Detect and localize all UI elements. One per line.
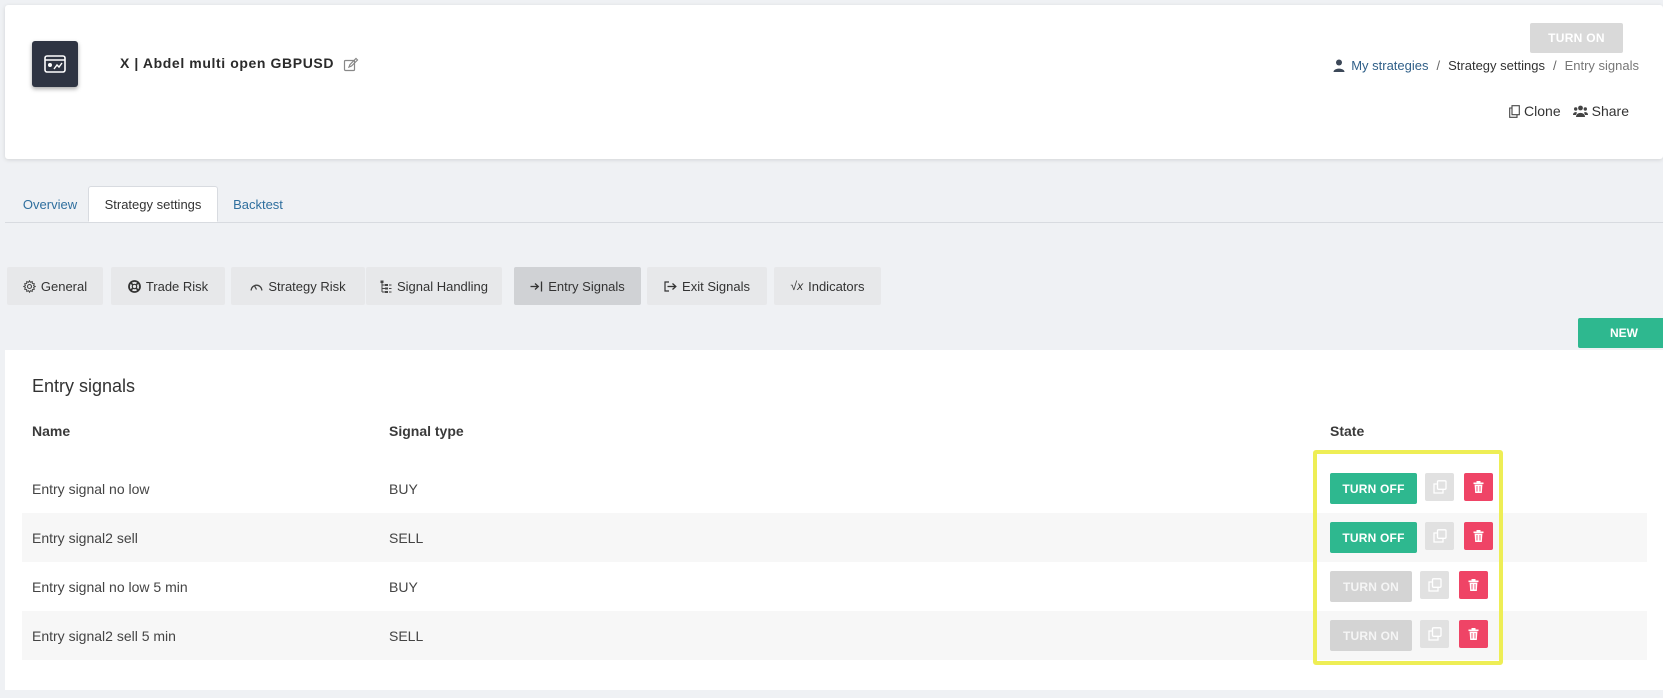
section-label: Trade Risk <box>145 278 209 294</box>
list-tree-icon <box>380 280 392 293</box>
breadcrumb-strategy-settings[interactable]: Strategy settings <box>1448 58 1545 73</box>
column-header-state: State <box>1330 423 1365 439</box>
edit-icon[interactable] <box>343 57 359 73</box>
section-general-button[interactable]: General <box>7 267 103 305</box>
tab-overview[interactable]: Overview <box>15 186 85 222</box>
trash-icon <box>1468 628 1479 640</box>
life-ring-icon <box>127 279 141 293</box>
strategy-title: X | Abdel multi open GBPUSD <box>120 55 335 71</box>
breadcrumb-separator: / <box>1552 58 1557 73</box>
breadcrumb-separator: / <box>1436 58 1441 73</box>
section-label: Entry Signals <box>548 278 625 294</box>
trash-icon <box>1473 530 1484 542</box>
section-label: Signal Handling <box>396 278 489 294</box>
toggle-state-button[interactable]: TURN OFF <box>1330 522 1417 553</box>
row-name: Entry signal no low <box>32 480 150 497</box>
share-button[interactable]: Share <box>1572 103 1629 119</box>
gear-icon <box>22 279 36 293</box>
chart-window-icon <box>44 55 66 73</box>
header-actions: Clone Share <box>1509 103 1629 119</box>
delete-button[interactable] <box>1464 473 1493 501</box>
section-label: General <box>40 278 88 294</box>
section-entry-signals-button[interactable]: Entry Signals <box>514 267 641 305</box>
tab-strategy-settings[interactable]: Strategy settings <box>88 186 218 222</box>
sign-in-icon <box>530 281 543 291</box>
table-row: Entry signal no low 5 min BUY TURN ON <box>22 562 1647 611</box>
trash-icon <box>1473 481 1484 493</box>
share-label: Share <box>1591 103 1629 119</box>
row-name: Entry signal2 sell 5 min <box>32 627 176 644</box>
duplicate-button[interactable] <box>1425 522 1454 550</box>
sign-out-icon <box>664 280 677 292</box>
row-name: Entry signal no low 5 min <box>32 578 188 595</box>
duplicate-button[interactable] <box>1420 571 1449 599</box>
copy-icon <box>1432 529 1447 543</box>
table-row: Entry signal2 sell SELL TURN OFF <box>22 513 1647 562</box>
table-row: Entry signal2 sell 5 min SELL TURN ON <box>22 611 1647 660</box>
strategy-app-icon <box>32 41 78 87</box>
delete-button[interactable] <box>1464 522 1493 550</box>
row-name: Entry signal2 sell <box>32 529 138 546</box>
sqrt-icon: √x <box>790 279 804 293</box>
row-signal-type: SELL <box>389 627 424 644</box>
section-exit-signals-button[interactable]: Exit Signals <box>647 267 767 305</box>
breadcrumb: My strategies / Strategy settings / Entr… <box>1333 58 1639 73</box>
section-indicators-button[interactable]: √x Indicators <box>774 267 881 305</box>
delete-button[interactable] <box>1459 620 1488 648</box>
section-label: Indicators <box>808 278 865 294</box>
toggle-state-button[interactable]: TURN OFF <box>1330 473 1417 504</box>
column-header-signal-type: Signal type <box>389 423 464 439</box>
toggle-state-button[interactable]: TURN ON <box>1330 620 1412 651</box>
user-icon <box>1333 59 1345 72</box>
panel-title: Entry signals <box>32 376 136 396</box>
section-signal-handling-button[interactable]: Signal Handling <box>366 267 502 305</box>
tab-backtest[interactable]: Backtest <box>225 186 291 222</box>
section-strategy-risk-button[interactable]: Strategy Risk <box>231 267 365 305</box>
breadcrumb-current: Entry signals <box>1564 58 1639 73</box>
section-trade-risk-button[interactable]: Trade Risk <box>111 267 225 305</box>
table-row: Entry signal no low BUY TURN OFF <box>22 464 1647 513</box>
copy-icon <box>1432 480 1447 494</box>
strategy-header <box>5 5 1663 159</box>
clone-label: Clone <box>1524 103 1561 119</box>
new-entry-signal-button[interactable]: NEW <box>1578 318 1663 348</box>
gauge-icon <box>250 284 263 291</box>
clone-button[interactable]: Clone <box>1509 103 1561 119</box>
tabs-bar: Overview Strategy settings Backtest <box>5 186 1663 223</box>
row-signal-type: BUY <box>389 480 418 497</box>
clone-icon <box>1509 104 1520 118</box>
copy-icon <box>1427 578 1442 592</box>
toggle-state-button[interactable]: TURN ON <box>1330 571 1412 602</box>
duplicate-button[interactable] <box>1425 473 1454 501</box>
strategy-turn-on-button[interactable]: TURN ON <box>1530 23 1623 53</box>
column-header-name: Name <box>32 423 71 439</box>
section-label: Strategy Risk <box>268 278 346 294</box>
duplicate-button[interactable] <box>1420 620 1449 648</box>
section-label: Exit Signals <box>682 278 750 294</box>
breadcrumb-my-strategies[interactable]: My strategies <box>1351 58 1428 73</box>
row-signal-type: SELL <box>389 529 424 546</box>
copy-icon <box>1427 627 1442 641</box>
row-signal-type: BUY <box>389 578 418 595</box>
users-icon <box>1572 105 1588 117</box>
delete-button[interactable] <box>1459 571 1488 599</box>
trash-icon <box>1468 579 1479 591</box>
